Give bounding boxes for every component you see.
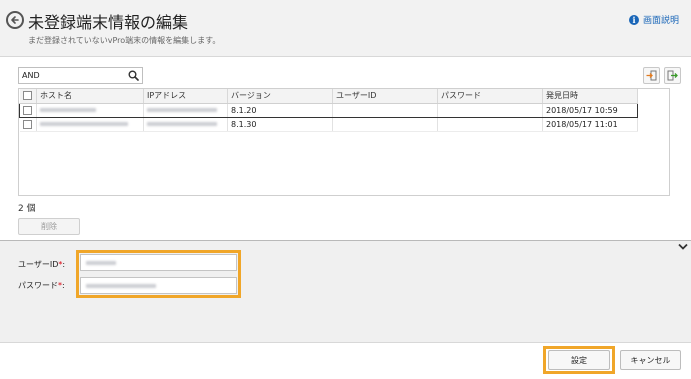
search-input[interactable] <box>19 68 124 83</box>
redacted-ip <box>147 122 217 126</box>
column-header-version[interactable]: バージョン <box>227 89 333 104</box>
info-icon: i <box>628 14 639 25</box>
user-id-cell <box>332 117 438 132</box>
search-icon[interactable] <box>128 70 139 81</box>
row-checkbox[interactable] <box>22 119 32 129</box>
user-id-field[interactable] <box>80 254 237 271</box>
password-cell <box>437 102 543 118</box>
redacted-hostname <box>40 108 96 112</box>
discovered-cell: 2018/05/17 11:01 <box>542 117 638 132</box>
user-id-label: ユーザーID*: <box>18 260 66 269</box>
user-id-cell <box>332 102 438 118</box>
hostname-cell <box>36 117 144 132</box>
select-all-cell <box>19 89 37 104</box>
delete-button[interactable]: 削除 <box>18 218 80 235</box>
page-title: 未登録端末情報の編集 <box>28 13 189 32</box>
grid-header-row: ホスト名 IPアドレス バージョン ユーザーID パスワード 発見日時 <box>19 89 638 104</box>
password-cell <box>437 117 543 132</box>
row-select-cell <box>19 117 37 132</box>
page-header: 未登録端末情報の編集 まだ登録されていないvPro端末の情報を編集します。 i … <box>0 0 691 57</box>
cancel-button[interactable]: キャンセル <box>620 350 681 370</box>
redacted-password <box>86 284 156 288</box>
redacted-ip <box>147 108 217 112</box>
redacted-hostname <box>40 122 128 126</box>
column-header-password[interactable]: パスワード <box>437 89 543 104</box>
select-all-checkbox[interactable] <box>22 91 32 101</box>
import-icon <box>646 70 657 81</box>
password-label: パスワード*: <box>18 281 65 290</box>
discovered-cell: 2018/05/17 10:59 <box>542 102 638 118</box>
import-button[interactable] <box>643 67 660 84</box>
table-row[interactable]: 8.1.20 2018/05/17 10:59 <box>19 102 638 118</box>
hostname-cell <box>36 102 144 118</box>
item-count: 2 個 <box>18 204 36 214</box>
footer-divider <box>0 342 691 343</box>
back-button[interactable] <box>6 11 24 29</box>
back-arrow-icon <box>11 16 19 24</box>
set-button[interactable]: 設定 <box>548 350 610 370</box>
export-button[interactable] <box>664 67 681 84</box>
ip-cell <box>143 102 228 118</box>
help-label: 画面説明 <box>642 16 679 26</box>
row-select-cell <box>19 102 37 118</box>
row-checkbox[interactable] <box>23 105 32 115</box>
search-box <box>18 67 143 84</box>
version-cell: 8.1.30 <box>227 117 333 132</box>
password-field[interactable] <box>80 277 237 294</box>
ip-cell <box>143 117 228 132</box>
export-icon <box>667 70 678 81</box>
column-header-discovered[interactable]: 発見日時 <box>542 89 638 104</box>
device-grid: ホスト名 IPアドレス バージョン ユーザーID パスワード 発見日時 8.1.… <box>18 88 670 196</box>
redacted-user-id <box>86 261 116 265</box>
column-header-user-id[interactable]: ユーザーID <box>332 89 438 104</box>
page-subtitle: まだ登録されていないvPro端末の情報を編集します。 <box>28 36 221 45</box>
chevron-down-icon[interactable] <box>678 243 688 251</box>
column-header-hostname[interactable]: ホスト名 <box>36 89 144 104</box>
version-cell: 8.1.20 <box>227 102 333 118</box>
table-row[interactable]: 8.1.30 2018/05/17 11:01 <box>19 117 638 132</box>
help-link[interactable]: i 画面説明 <box>628 13 679 26</box>
column-header-ip[interactable]: IPアドレス <box>143 89 228 104</box>
